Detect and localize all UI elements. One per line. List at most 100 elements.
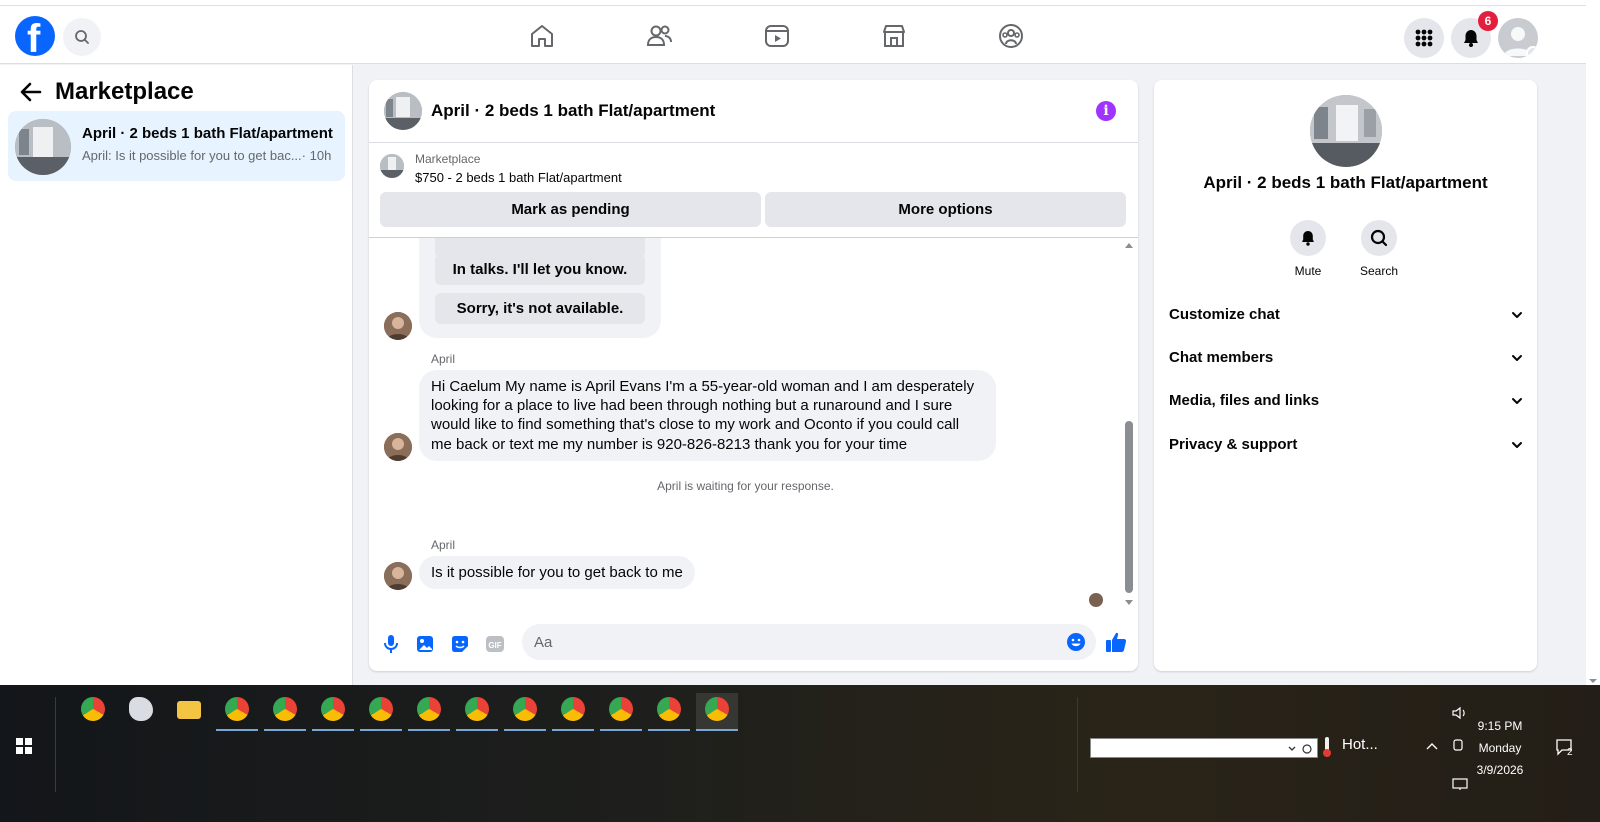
conversation-preview-text: April: Is it possible for you to get bac… [82, 148, 302, 163]
chat-header: April · 2 beds 1 bath Flat/apartment i [369, 80, 1138, 143]
sticker-icon[interactable] [449, 633, 471, 655]
page-title: Marketplace [55, 78, 194, 105]
info-icon[interactable]: i [1096, 101, 1116, 121]
listing-source: Marketplace [415, 152, 481, 166]
thermometer-icon [1323, 737, 1331, 757]
thumbs-up-icon[interactable] [1104, 630, 1128, 654]
menu-button[interactable] [1404, 18, 1444, 58]
chevron-down-icon [1512, 398, 1522, 404]
taskbar-clock[interactable]: 9:15 PM Monday 3/9/2026 [1460, 715, 1540, 781]
account-avatar[interactable] [1498, 18, 1538, 58]
friends-icon[interactable] [643, 20, 675, 52]
facebook-logo-letter: f [27, 17, 41, 61]
windows-taskbar: Hot... 9:15 PM Monday 3/9/2026 2 [0, 685, 1600, 822]
chrome-profile-taskbar-icon[interactable] [600, 693, 642, 731]
taskbar-separator [55, 697, 56, 792]
notification-count: 2 [1567, 747, 1573, 758]
chat-details-panel: April · 2 beds 1 bath Flat/apartment Mut… [1154, 80, 1537, 671]
search-button[interactable] [63, 18, 101, 56]
more-options-button[interactable]: More options [765, 192, 1126, 227]
conversation-preview: April: Is it possible for you to get bac… [82, 147, 331, 165]
listing-thumbnail[interactable] [1310, 95, 1382, 167]
message-list: In talks. I'll let you know. Sorry, it's… [369, 238, 1138, 613]
chrome-profile-taskbar-icon[interactable] [456, 693, 498, 731]
menu-grid-icon [1415, 29, 1433, 47]
home-icon[interactable] [526, 20, 558, 52]
chrome-taskbar-icon[interactable] [72, 693, 114, 729]
media-files-links-section[interactable]: Media, files and links [1169, 381, 1524, 421]
chrome-profile-taskbar-icon[interactable] [648, 693, 690, 731]
mute-button[interactable]: Mute [1273, 220, 1343, 278]
notification-center-button[interactable]: 2 [1555, 738, 1579, 758]
chat-panel: April · 2 beds 1 bath Flat/apartment i M… [369, 80, 1138, 671]
listing-price[interactable]: $750 - 2 beds 1 bath Flat/apartment [415, 170, 622, 185]
marketplace-icon[interactable] [878, 20, 910, 52]
message-input[interactable] [522, 624, 1096, 660]
video-icon[interactable] [761, 20, 793, 52]
marketplace-inbox-panel: Marketplace April · 2 beds 1 bath Flat/a… [0, 65, 353, 685]
chrome-profile-taskbar-icon[interactable] [408, 693, 450, 731]
message-bubble[interactable]: Hi Caelum My name is April Evans I'm a 5… [419, 370, 996, 461]
clock-date: 3/9/2026 [1476, 763, 1524, 777]
svg-text:GIF: GIF [488, 641, 501, 650]
conversation-title: April · 2 beds 1 bath Flat/apartment [82, 125, 333, 142]
conversation-item[interactable]: April · 2 beds 1 bath Flat/apartment Apr… [8, 111, 345, 181]
scrollbar-thumb[interactable] [1125, 421, 1133, 593]
snipping-tool-taskbar-icon[interactable] [120, 693, 162, 729]
listing-thumbnail [380, 154, 404, 178]
page-scrollbar[interactable] [1586, 0, 1600, 685]
gif-icon[interactable]: GIF [484, 633, 506, 655]
customize-chat-section[interactable]: Customize chat [1169, 295, 1524, 335]
details-title: April · 2 beds 1 bath Flat/apartment [1203, 173, 1488, 192]
chrome-profile-taskbar-icon[interactable] [552, 693, 594, 731]
quick-reply-chip[interactable]: In talks. I'll let you know. [435, 254, 645, 285]
section-label: Privacy & support [1169, 436, 1298, 453]
chrome-profile-taskbar-icon[interactable] [216, 693, 258, 731]
chat-title[interactable]: April · 2 beds 1 bath Flat/apartment [431, 101, 715, 121]
sender-avatar[interactable] [384, 562, 412, 590]
listing-bar: Marketplace $750 - 2 beds 1 bath Flat/ap… [369, 143, 1138, 238]
chevron-up-icon[interactable] [1426, 741, 1438, 751]
section-label: Media, files and links [1169, 392, 1320, 409]
chat-avatar[interactable] [384, 92, 422, 130]
dropdown-refresh-icon[interactable] [1285, 742, 1315, 756]
notification-badge: 6 [1478, 11, 1498, 31]
chrome-profile-taskbar-icon[interactable] [504, 693, 546, 731]
chrome-profile-taskbar-icon[interactable] [360, 693, 402, 731]
emoji-icon[interactable] [1066, 632, 1086, 652]
sender-avatar[interactable] [384, 433, 412, 461]
sender-name: April [431, 352, 456, 366]
taskbar-separator [1077, 697, 1078, 792]
listing-thumbnail [15, 119, 71, 175]
seen-indicator-avatar [1089, 593, 1103, 607]
bell-icon [1290, 220, 1326, 256]
clock-day: Monday [1478, 741, 1522, 755]
back-arrow-icon[interactable] [18, 79, 44, 105]
chevron-down-icon [1512, 442, 1522, 448]
groups-icon[interactable] [995, 20, 1027, 52]
sender-name: April [431, 538, 456, 552]
microphone-icon[interactable] [380, 633, 402, 655]
mute-label: Mute [1294, 264, 1322, 278]
section-label: Customize chat [1169, 306, 1280, 323]
taskbar-toolbar-input[interactable] [1090, 738, 1318, 758]
quick-reply-chip[interactable]: Sorry, it's not available. [435, 293, 645, 324]
search-in-chat-button[interactable]: Search [1344, 220, 1414, 278]
search-icon [75, 30, 89, 44]
photo-icon[interactable] [414, 633, 436, 655]
chrome-active-taskbar-icon[interactable] [696, 693, 738, 731]
windows-start-icon[interactable] [16, 738, 32, 754]
weather-widget[interactable]: Hot... [1342, 736, 1378, 753]
search-icon [1361, 220, 1397, 256]
chevron-down-icon [1512, 355, 1522, 361]
file-explorer-taskbar-icon[interactable] [168, 693, 210, 729]
chat-members-section[interactable]: Chat members [1169, 338, 1524, 378]
facebook-logo[interactable]: f [15, 16, 55, 61]
mark-as-pending-button[interactable]: Mark as pending [380, 192, 761, 227]
privacy-support-section[interactable]: Privacy & support [1169, 425, 1524, 465]
clock-time: 9:15 PM [1477, 719, 1523, 733]
chrome-profile-taskbar-icon[interactable] [312, 693, 354, 731]
chrome-profile-taskbar-icon[interactable] [264, 693, 306, 731]
message-bubble[interactable]: Is it possible for you to get back to me [419, 556, 695, 590]
sender-avatar[interactable] [384, 312, 412, 340]
